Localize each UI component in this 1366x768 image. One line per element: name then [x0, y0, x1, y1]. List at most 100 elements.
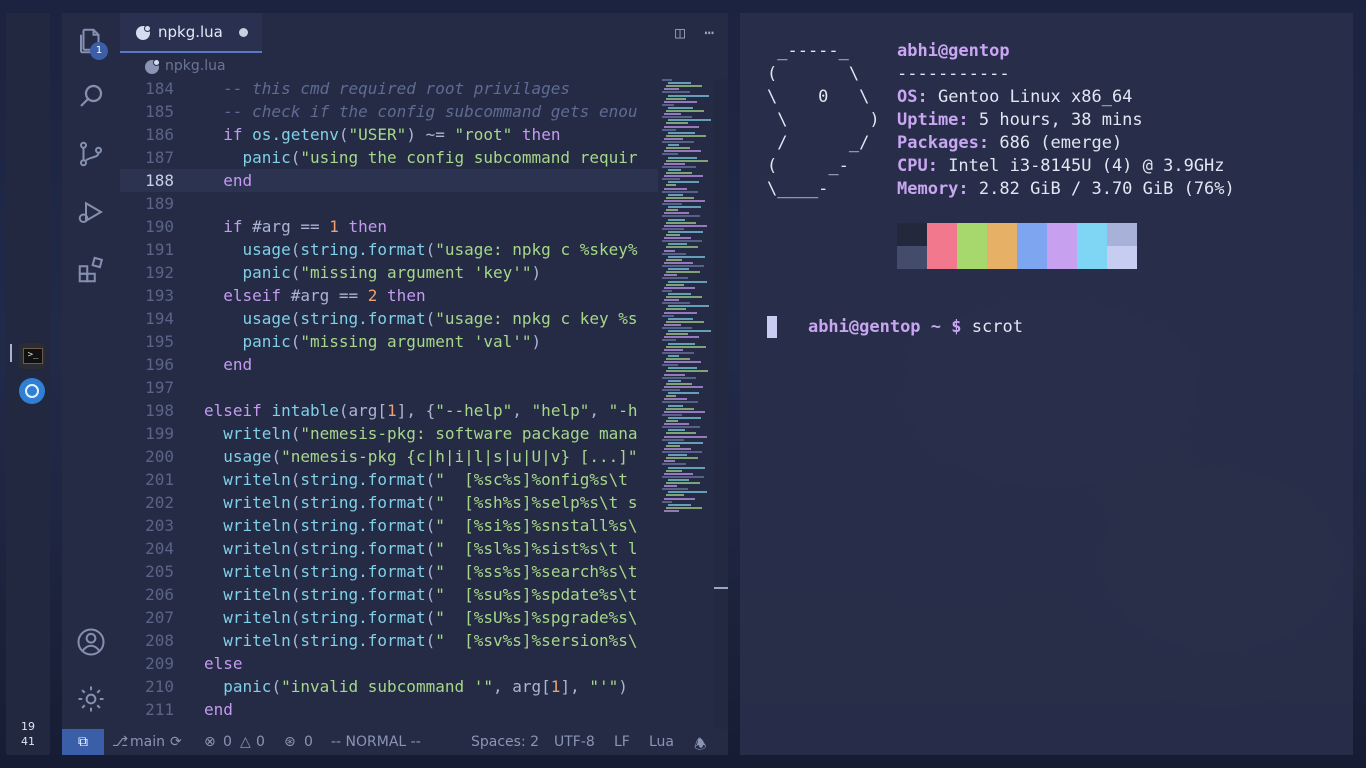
minimap-line: [662, 463, 686, 466]
sync-icon[interactable]: ⟳: [170, 734, 182, 750]
terminal-window[interactable]: _-----_ ( \ \ 0 \ \ ) / _/ ( _- \____- abhi@…: [740, 13, 1353, 755]
minimap-line: [666, 345, 706, 348]
minimap-line: [662, 116, 692, 119]
line-number: 210: [145, 677, 174, 696]
minimap-line: [666, 420, 678, 422]
explorer-badge: 1: [90, 42, 108, 60]
code-line[interactable]: 199 writeln("nemesis-pkg: software packa…: [120, 422, 658, 445]
minimap-line: [668, 354, 679, 357]
minimap-line: [664, 137, 683, 140]
minimap-line: [666, 209, 678, 212]
error-count[interactable]: 0: [223, 734, 232, 750]
indentation[interactable]: Spaces: 2: [471, 734, 539, 750]
line-number: 209: [145, 654, 174, 673]
source-control-icon[interactable]: [76, 139, 106, 169]
minimap-line: [664, 175, 703, 178]
line-source: writeln(string.format(" [%sc%s]%onfig%s\…: [223, 470, 638, 489]
extensions-icon[interactable]: [76, 255, 106, 285]
code-line[interactable]: 208 writeln(string.format(" [%sv%s]%sers…: [120, 629, 658, 652]
split-editor-icon[interactable]: ◫: [675, 23, 685, 42]
line-number: 197: [145, 378, 174, 397]
search-icon[interactable]: [76, 81, 106, 111]
settings-gear-icon[interactable]: [76, 684, 106, 714]
minimap-line: [662, 103, 674, 106]
minimap-line: [664, 485, 677, 488]
code-area[interactable]: 184 -- this cmd required root privilages…: [120, 79, 658, 729]
minimap-line: [662, 401, 698, 404]
code-line[interactable]: 207 writeln(string.format(" [%sU%s]%spgr…: [120, 606, 658, 629]
minimap-line: [666, 333, 688, 336]
prompt-user: abhi@gentop: [807, 317, 921, 337]
code-line[interactable]: 187 panic("using the config subcommand r…: [120, 146, 658, 169]
code-line[interactable]: 205 writeln(string.format(" [%ss%s]%sear…: [120, 560, 658, 583]
account-icon[interactable]: [76, 627, 106, 657]
code-line[interactable]: 210 panic("invalid subcommand '", arg[1]…: [120, 675, 658, 698]
minimap-line: [664, 423, 689, 426]
code-line[interactable]: 184 -- this cmd required root privilages: [120, 79, 658, 100]
minimap-line: [668, 292, 691, 295]
minimap-line: [664, 286, 695, 289]
tab-npkg-lua[interactable]: npkg.lua: [120, 13, 262, 53]
encoding[interactable]: UTF-8: [554, 734, 595, 750]
minimap-line: [668, 441, 703, 444]
vscodium-app-icon[interactable]: [19, 378, 45, 404]
language-mode[interactable]: Lua: [649, 734, 674, 750]
code-line[interactable]: 195 panic("missing argument 'val'"): [120, 330, 658, 353]
terminal-cursor: [767, 316, 777, 338]
code-line[interactable]: 192 panic("missing argument 'key'"): [120, 261, 658, 284]
code-line[interactable]: 185 -- check if the config subcommand ge…: [120, 100, 658, 123]
ports-count[interactable]: 0: [304, 734, 313, 750]
clock[interactable]: 19 41: [6, 719, 50, 749]
terminal-app-icon[interactable]: >_: [19, 343, 45, 369]
code-line[interactable]: 201 writeln(string.format(" [%sc%s]%onfi…: [120, 468, 658, 491]
code-line[interactable]: 186 if os.getenv("USER") ~= "root" then: [120, 123, 658, 146]
code-line[interactable]: 194 usage(string.format("usage: npkg c k…: [120, 307, 658, 330]
minimap-line: [668, 280, 707, 283]
code-line[interactable]: 189: [120, 192, 658, 215]
code-line[interactable]: 211 end: [120, 698, 658, 721]
code-line[interactable]: 196 end: [120, 353, 658, 376]
code-line[interactable]: 197: [120, 376, 658, 399]
minimap-line: [664, 348, 683, 351]
code-line[interactable]: 206 writeln(string.format(" [%su%s]%spda…: [120, 583, 658, 606]
minimap-line: [666, 97, 686, 100]
minimap-line: [666, 246, 698, 249]
unsaved-dot-icon[interactable]: [239, 28, 248, 37]
clock-hour: 19: [21, 720, 35, 733]
code-line[interactable]: 204 writeln(string.format(" [%sl%s]%sist…: [120, 537, 658, 560]
fetch-label: Packages:: [897, 133, 990, 153]
code-line[interactable]: 209 else: [120, 652, 658, 675]
code-line[interactable]: 203 writeln(string.format(" [%si%s]%snst…: [120, 514, 658, 537]
line-ending[interactable]: LF: [614, 734, 630, 750]
code-line[interactable]: 190 if #arg == 1 then: [120, 215, 658, 238]
more-actions-icon[interactable]: ⋯: [704, 23, 714, 42]
code-line[interactable]: 198 elseif intable(arg[1], {"--help", "he…: [120, 399, 658, 422]
minimap-line: [666, 469, 682, 472]
line-number: 200: [145, 447, 174, 466]
code-line[interactable]: 191 usage(string.format("usage: npkg c %…: [120, 238, 658, 261]
fetch-label: CPU:: [897, 156, 938, 176]
line-number: 196: [145, 355, 174, 374]
lua-file-icon: [145, 59, 160, 74]
logo-line: / _/: [767, 133, 870, 153]
minimap-line: [668, 379, 681, 382]
run-debug-icon[interactable]: [76, 197, 106, 227]
minimap-line: [666, 308, 686, 311]
warning-count[interactable]: 0: [256, 734, 265, 750]
line-source: elseif intable(arg[1], {"--help", "help"…: [204, 401, 638, 420]
minimap[interactable]: [658, 79, 714, 519]
line-number: 189: [145, 194, 174, 213]
breadcrumb-file[interactable]: npkg.lua: [165, 58, 226, 74]
palette-swatch: [987, 223, 1017, 246]
code-line[interactable]: 202 writeln(string.format(" [%sh%s]%selp…: [120, 491, 658, 514]
code-line[interactable]: 188 end: [120, 169, 658, 192]
minimap-line: [664, 237, 691, 240]
code-line[interactable]: 200 usage("nemesis-pkg {c|h|i|l|s|u|U|v}…: [120, 445, 658, 468]
editor-scrollbar[interactable]: [714, 79, 728, 729]
remote-indicator-icon[interactable]: ⧉: [62, 729, 104, 755]
minimap-line: [664, 113, 681, 116]
minimap-line: [668, 478, 689, 481]
git-branch[interactable]: main: [130, 734, 165, 750]
notifications-bell-icon[interactable]: 🕭: [694, 734, 707, 758]
code-line[interactable]: 193 elseif #arg == 2 then: [120, 284, 658, 307]
